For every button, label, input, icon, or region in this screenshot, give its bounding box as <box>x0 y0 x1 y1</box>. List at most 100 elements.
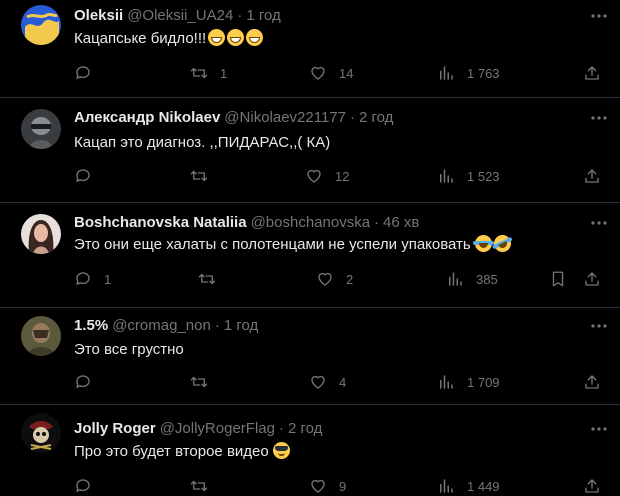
tweet[interactable]: Александр Nikolaev @Nikolaev221177 · 2 год … <box>0 98 620 203</box>
share-icon <box>585 272 599 286</box>
timestamp[interactable]: 1 год <box>246 7 280 24</box>
avatar[interactable] <box>21 109 61 149</box>
avatar[interactable] <box>21 413 61 453</box>
tweet-header: Boshchanovska Nataliia @boshchanovska · 46 … <box>74 213 419 233</box>
tweet-text: Это они еще халаты с полотенцами не успе… <box>74 232 514 256</box>
views-chart-icon <box>449 272 462 286</box>
retweet-button[interactable] <box>198 269 216 289</box>
like-count: 4 <box>339 374 347 390</box>
separator-dot: · <box>350 109 355 126</box>
share-button[interactable] <box>583 166 601 186</box>
tears-of-joy-emoji <box>472 235 494 252</box>
more-options-icon[interactable] <box>589 110 609 126</box>
user-handle[interactable]: @Nikolaev221177 <box>224 109 346 126</box>
views-button[interactable]: 1 449 <box>437 476 500 496</box>
like-button[interactable]: 4 <box>309 372 346 392</box>
more-options-icon[interactable] <box>589 421 609 437</box>
reply-button[interactable] <box>74 63 92 83</box>
share-icon <box>585 479 599 493</box>
more-options-icon[interactable] <box>589 215 609 231</box>
view-count: 1 763 <box>467 65 500 81</box>
timestamp[interactable]: 2 год <box>288 420 322 437</box>
separator-dot: · <box>374 214 380 231</box>
heart-icon <box>311 66 325 80</box>
tweet-header: Александр Nikolaev @Nikolaev221177 · 2 год <box>74 108 393 128</box>
share-icon <box>585 169 599 183</box>
share-button[interactable] <box>583 63 601 83</box>
tweet-text-content: Кацап это диагноз. ,,ПИДАРАС,,( КА) <box>74 134 331 151</box>
display-name[interactable]: Александр Nikolaev <box>74 109 220 126</box>
tweet-actions: 9 1 449 <box>0 476 620 496</box>
display-name[interactable]: Jolly Roger <box>74 420 156 437</box>
tweet-actions: 1 14 1 763 <box>0 63 620 83</box>
user-handle[interactable]: @Oleksii_UA24 <box>127 7 233 24</box>
more-options-icon[interactable] <box>589 8 609 24</box>
tweet-text: Кацапське бидло!!! <box>74 28 264 50</box>
views-chart-icon <box>440 375 453 389</box>
share-button[interactable] <box>583 476 601 496</box>
reply-button[interactable]: 1 <box>74 269 111 289</box>
tweet[interactable]: 1.5% @cromag_non · 1 год Это все грустно 4 … <box>0 308 620 405</box>
reply-button[interactable] <box>74 166 92 186</box>
reply-icon <box>76 375 90 388</box>
timestamp[interactable]: 46 хв <box>383 214 419 231</box>
reply-button[interactable] <box>74 476 92 496</box>
reply-icon <box>76 272 90 285</box>
reply-icon <box>76 169 90 182</box>
reply-count: 1 <box>104 271 112 287</box>
retweet-button[interactable] <box>190 166 208 186</box>
reply-icon <box>76 479 90 492</box>
avatar[interactable] <box>21 5 61 45</box>
separator-dot: · <box>214 317 220 334</box>
view-count: 1 523 <box>467 168 500 184</box>
display-name[interactable]: Oleksii <box>74 7 123 24</box>
like-button[interactable]: 2 <box>316 269 353 289</box>
display-name[interactable]: Boshchanovska Nataliia <box>74 214 247 231</box>
views-button[interactable]: 1 523 <box>437 166 500 186</box>
separator-dot: · <box>237 7 243 24</box>
reply-button[interactable] <box>74 372 92 392</box>
sunglasses-emoji <box>272 442 290 459</box>
retweet-button[interactable] <box>190 476 208 496</box>
user-handle[interactable]: @JollyRogerFlag <box>160 420 275 437</box>
views-chart-icon <box>440 66 453 80</box>
tweet-text: Кацап это диагноз. ,,ПИДАРАС,,( КА) <box>74 132 330 154</box>
grinning-face-emoji <box>208 29 226 46</box>
share-button[interactable] <box>583 372 601 392</box>
heart-icon <box>311 479 325 493</box>
heart-icon <box>307 169 321 183</box>
more-options-icon[interactable] <box>589 318 609 334</box>
share-button[interactable] <box>583 269 601 289</box>
display-name[interactable]: 1.5% <box>74 317 108 334</box>
tweet-header: Jolly Roger @JollyRogerFlag · 2 год <box>74 419 322 439</box>
tweet-text-content: Кацапське бидло!!! <box>74 30 207 47</box>
reply-icon <box>76 66 90 79</box>
bookmark-button[interactable] <box>549 269 567 289</box>
tweet-actions: 12 1 523 <box>0 166 620 186</box>
retweet-icon <box>190 170 208 182</box>
views-button[interactable]: 1 709 <box>437 372 500 392</box>
user-handle[interactable]: @cromag_non <box>112 317 211 334</box>
like-button[interactable]: 12 <box>305 166 349 186</box>
bookmark-icon <box>552 271 564 287</box>
share-icon <box>585 66 599 80</box>
like-count: 9 <box>339 478 347 494</box>
user-handle[interactable]: @boshchanovska <box>251 214 370 231</box>
view-count: 1 709 <box>467 374 500 390</box>
tweet[interactable]: Oleksii @Oleksii_UA24 · 1 год Кацапське бид… <box>0 0 620 98</box>
retweet-button[interactable] <box>190 372 208 392</box>
tweet-text-content: Это все грустно <box>74 341 184 358</box>
views-button[interactable]: 1 763 <box>437 63 500 83</box>
like-button[interactable]: 9 <box>309 476 346 496</box>
timestamp[interactable]: 1 год <box>224 317 258 334</box>
view-count: 385 <box>476 271 498 287</box>
avatar[interactable] <box>21 214 61 254</box>
tweet-header: Oleksii @Oleksii_UA24 · 1 год <box>74 6 281 26</box>
views-button[interactable]: 385 <box>446 269 498 289</box>
retweet-button[interactable]: 1 <box>190 63 227 83</box>
tweet[interactable]: Boshchanovska Nataliia @boshchanovska · 46 … <box>0 203 620 308</box>
like-button[interactable]: 14 <box>309 63 353 83</box>
timestamp[interactable]: 2 год <box>359 109 393 126</box>
tweet[interactable]: Jolly Roger @JollyRogerFlag · 2 год Про это… <box>0 405 620 494</box>
avatar[interactable] <box>21 316 61 356</box>
